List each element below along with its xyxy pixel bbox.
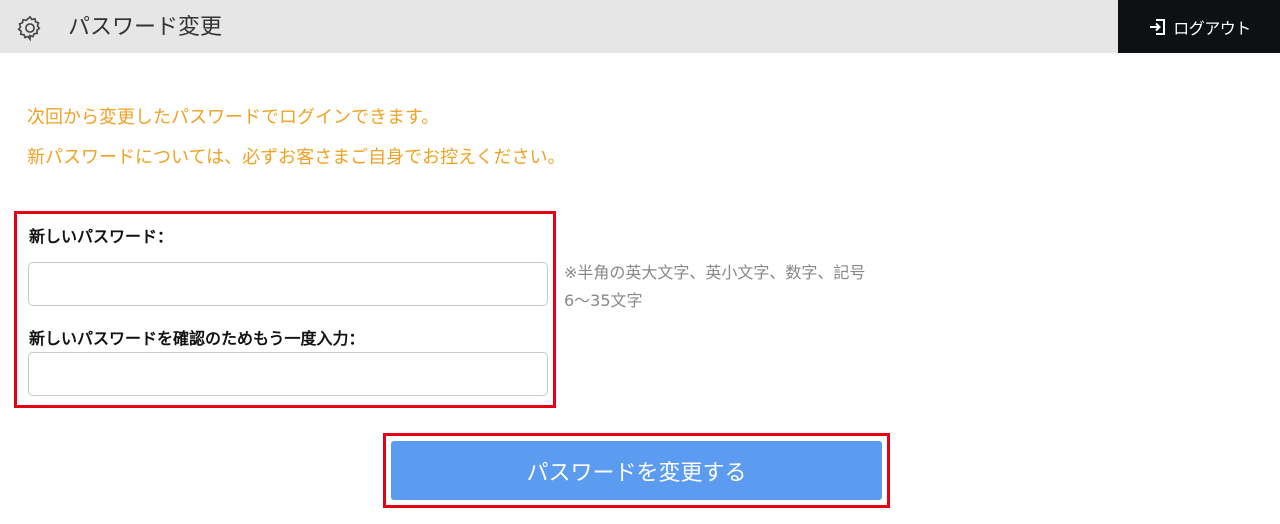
confirm-password-input[interactable] xyxy=(28,352,548,396)
password-length-hint: 6〜35文字 xyxy=(564,291,643,310)
submit-highlight-frame: パスワードを変更する xyxy=(383,433,890,508)
new-password-label: 新しいパスワード： xyxy=(29,227,174,246)
logout-icon xyxy=(1150,18,1166,35)
change-password-button[interactable]: パスワードを変更する xyxy=(391,441,882,500)
password-form: 新しいパスワード： 新しいパスワードを確認のためもう一度入力： xyxy=(14,211,556,408)
confirm-password-label: 新しいパスワードを確認のためもう一度入力： xyxy=(29,329,365,348)
info-message-keep-password: 新パスワードについては、必ずお客さまご自身でお控えください。 xyxy=(27,147,566,168)
info-message-login: 次回から変更したパスワードでログインできます。 xyxy=(27,107,440,128)
logout-button[interactable]: ログアウト xyxy=(1118,0,1280,53)
new-password-input[interactable] xyxy=(28,262,548,306)
page-title: パスワード変更 xyxy=(68,15,223,40)
password-rule-hint: ※半角の英大文字、英小文字、数字、記号 xyxy=(564,263,866,282)
logout-label: ログアウト xyxy=(1173,18,1251,38)
page-header: パスワード変更 ログアウト xyxy=(0,0,1280,53)
gear-icon[interactable] xyxy=(16,14,44,42)
